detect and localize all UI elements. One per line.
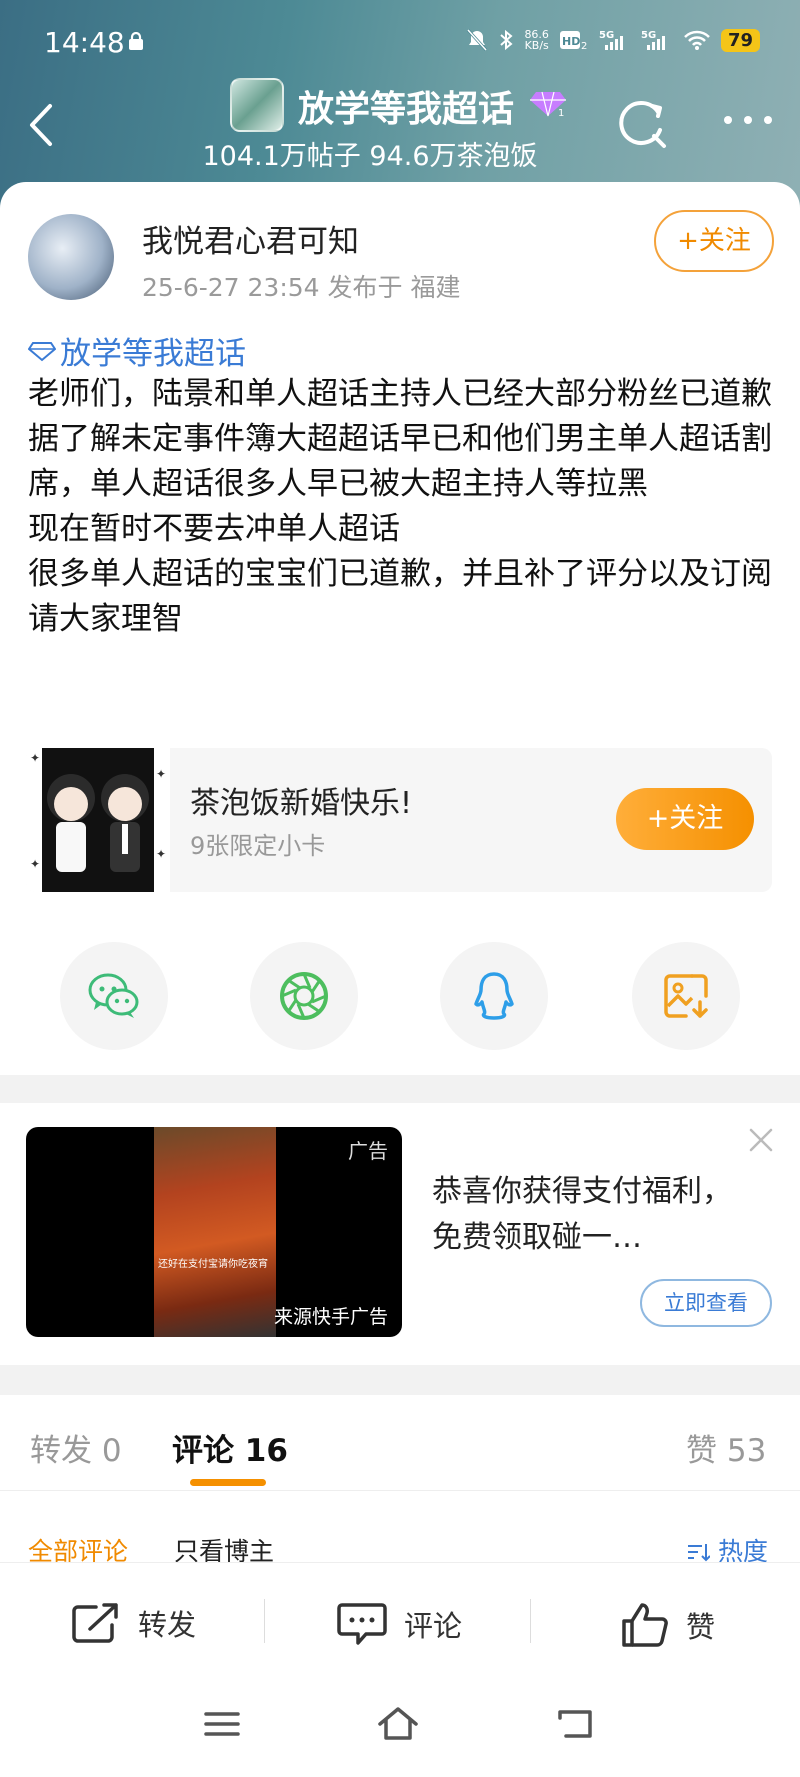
promo-card[interactable]: ✦ ✦ ✦ ✦ 茶泡饭新婚快乐! 9张限定小卡 +关注 [26, 748, 772, 892]
post-line: 请大家理智 [28, 601, 183, 637]
svg-text:✦: ✦ [156, 767, 166, 781]
post-line: 现在暂时不要去冲单人超话 [28, 511, 400, 547]
comment-filters: 全部评论 只看博主 热度 [0, 1492, 800, 1566]
promo-title: 茶泡饭新婚快乐! [190, 786, 413, 821]
post-meta: 25-6-27 23:54 发布于 福建 [142, 273, 461, 302]
top-nav: 放学等我超话 1 104.1万帖子 94.6万茶泡饭 [0, 70, 800, 180]
menu-icon[interactable] [202, 1704, 242, 1744]
active-tab-indicator [190, 1479, 266, 1486]
mute-icon [467, 28, 488, 52]
promo-follow-button[interactable]: +关注 [616, 788, 754, 850]
tab-comments[interactable]: 评论 16 [172, 1425, 288, 1470]
bottom-action-bar: 转发 评论 赞 [0, 1562, 800, 1682]
ad-source: 来源快手广告 [273, 1306, 388, 1328]
share-moments-button[interactable] [250, 942, 358, 1050]
topic-link[interactable]: 放学等我超话 [28, 328, 246, 373]
sort-icon [688, 1544, 711, 1562]
supertopic-stats: 104.1万帖子 94.6万茶泡饭 [202, 141, 538, 172]
section-divider [0, 1075, 800, 1103]
repost-icon [72, 1603, 118, 1643]
back-icon[interactable] [556, 1704, 596, 1744]
ad-card[interactable]: 还好在支付宝请你吃夜宵 广告 来源快手广告 恭喜你获得支付福利，免费领取碰一… … [0, 1103, 800, 1365]
repost-label: 转发 [138, 1608, 197, 1642]
battery-indicator: 79 [720, 28, 760, 52]
tab-repost[interactable]: 转发 0 [30, 1425, 122, 1470]
lock-icon [129, 32, 143, 50]
ad-food-image [154, 1127, 276, 1337]
like-label: 赞 [686, 1610, 716, 1644]
author-avatar[interactable] [28, 214, 114, 300]
net-speed: 86.6 KB/s [524, 28, 549, 52]
section-divider [0, 1365, 800, 1395]
comment-icon [337, 1603, 387, 1645]
ad-tag: 广告 [348, 1139, 388, 1163]
promo-thumbnail: ✦ ✦ ✦ ✦ [26, 748, 170, 892]
hd-icon: HD 2 [559, 31, 587, 51]
bluetooth-icon [500, 29, 513, 51]
share-wechat-button[interactable] [60, 942, 168, 1050]
signal-5g-icon-2: 5G [641, 30, 665, 50]
qq-icon [474, 972, 514, 1020]
thumbs-up-icon [622, 1603, 668, 1647]
wifi-icon [684, 30, 710, 50]
svg-text:HD: HD [562, 35, 580, 48]
share-row [0, 942, 800, 1052]
svg-text:5G: 5G [641, 30, 656, 41]
more-options-icon[interactable] [718, 110, 778, 130]
ad-text: 恭喜你获得支付福利，免费领取碰一… [432, 1174, 732, 1255]
status-icons: 86.6 KB/s HD 2 5G 5G 79 [466, 28, 760, 52]
status-time: 14:48 [44, 26, 125, 59]
post-line: 很多单人超话的宝宝们已道歉，并且补了评分以及订阅 [28, 556, 772, 592]
home-icon[interactable] [376, 1704, 420, 1744]
svg-text:2: 2 [581, 41, 587, 51]
signal-5g-icon: 5G [599, 30, 623, 50]
repost-button[interactable]: 转发 [70, 1601, 196, 1645]
tab-likes[interactable]: 赞 53 [686, 1425, 766, 1470]
ad-video[interactable]: 还好在支付宝请你吃夜宵 广告 来源快手广告 [26, 1127, 402, 1337]
post-line: 据了解未定事件簿大超超话早已和他们男主单人超话割席，单人超话很多人早已被大超主持… [28, 421, 772, 502]
supertopic-avatar[interactable] [230, 78, 284, 132]
topic-label: 放学等我超话 [60, 336, 246, 372]
share-save-image-button[interactable] [632, 942, 740, 1050]
share-qq-button[interactable] [440, 942, 548, 1050]
post-tabs: 转发 0 评论 16 赞 53 [0, 1395, 800, 1491]
system-navigation-bar [0, 1682, 800, 1777]
ad-view-button[interactable]: 立即查看 [640, 1279, 772, 1327]
svg-text:5G: 5G [599, 30, 614, 41]
save-image-icon [664, 974, 708, 1018]
search-refresh-icon[interactable] [614, 96, 668, 150]
diamond-badge-icon: 1 [530, 91, 566, 118]
close-icon[interactable] [748, 1127, 774, 1153]
supertopic-title[interactable]: 放学等我超话 [298, 80, 514, 132]
wechat-icon [88, 973, 139, 1018]
follow-author-button[interactable]: +关注 [654, 210, 774, 272]
svg-text:✦: ✦ [30, 751, 40, 765]
post-line: 老师们，陆景和单人超话主持人已经大部分粉丝已道歉 [28, 376, 772, 412]
svg-text:1: 1 [558, 108, 564, 118]
moments-icon [280, 972, 328, 1020]
supertopic-diamond-icon [28, 341, 56, 361]
comment-button[interactable]: 评论 [336, 1601, 462, 1647]
promo-subtitle: 9张限定小卡 [190, 832, 326, 860]
author-name[interactable]: 我悦君心君可知 [142, 216, 359, 261]
post-body: 老师们，陆景和单人超话主持人已经大部分粉丝已道歉 据了解未定事件簿大超超话早已和… [28, 372, 778, 642]
svg-text:✦: ✦ [156, 847, 166, 861]
comment-label: 评论 [404, 1609, 463, 1643]
action-divider [264, 1599, 265, 1643]
ad-caption: 还好在支付宝请你吃夜宵 [158, 1259, 268, 1270]
svg-text:✦: ✦ [30, 857, 40, 871]
action-divider [530, 1599, 531, 1643]
post-card: 我悦君心君可知 25-6-27 23:54 发布于 福建 +关注 放学等我超话 … [0, 182, 800, 1082]
like-button[interactable]: 赞 [620, 1601, 715, 1649]
